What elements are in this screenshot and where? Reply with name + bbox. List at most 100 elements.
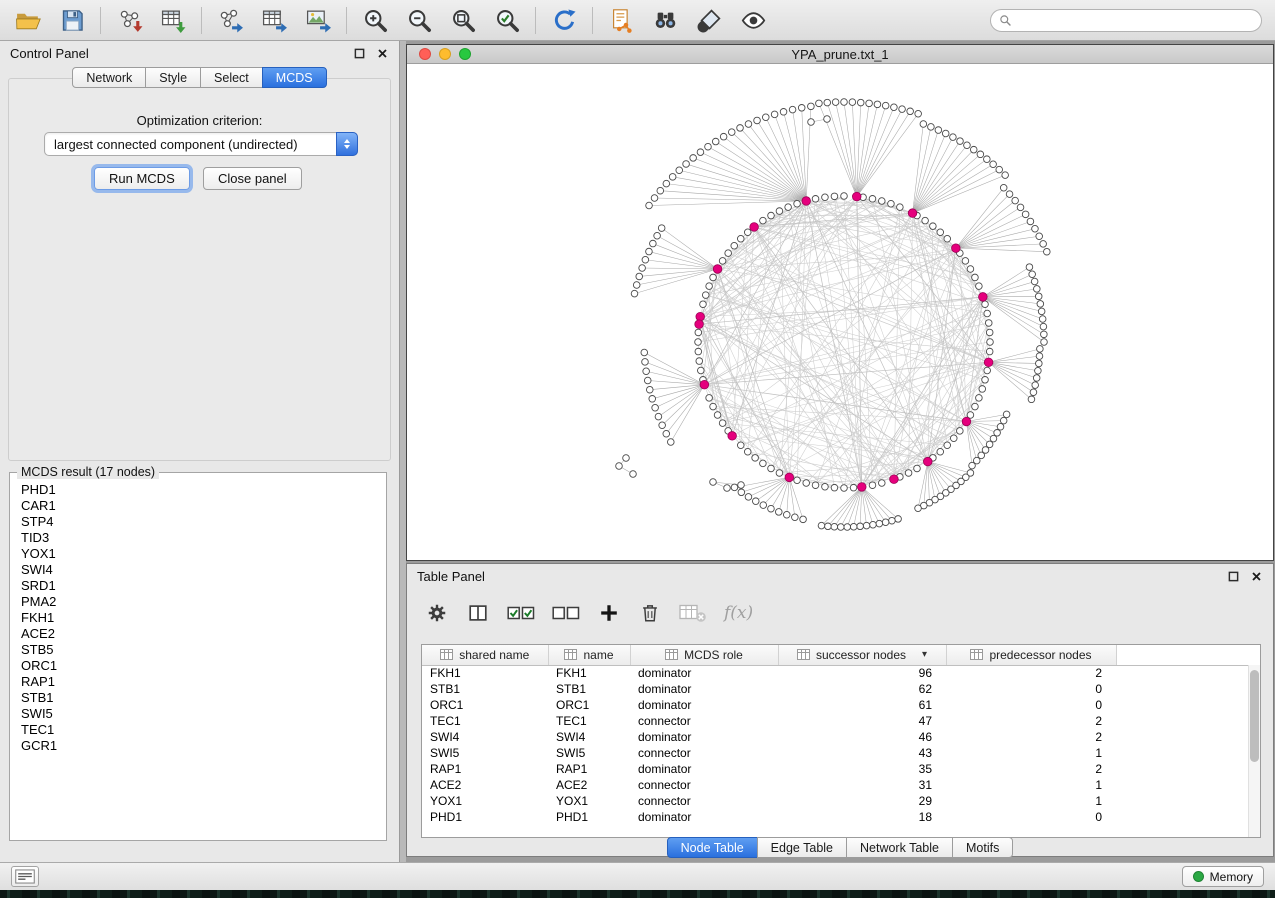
zoom-fit-button[interactable]	[448, 5, 478, 35]
tab-network[interactable]: Network	[72, 67, 146, 88]
find-button[interactable]	[650, 5, 680, 35]
mcds-result-item[interactable]: ACE2	[21, 626, 375, 642]
table-cell[interactable]: dominator	[630, 665, 778, 681]
mcds-result-item[interactable]: SRD1	[21, 578, 375, 594]
table-cell[interactable]: dominator	[630, 681, 778, 697]
mcds-result-item[interactable]: PMA2	[21, 594, 375, 610]
close-table-panel-icon[interactable]	[1250, 570, 1263, 583]
table-cell[interactable]: 31	[778, 777, 946, 793]
mcds-result-item[interactable]: SWI5	[21, 706, 375, 722]
tab-edge-table[interactable]: Edge Table	[757, 837, 847, 858]
table-cell[interactable]: TEC1	[548, 713, 630, 729]
close-panel-icon[interactable]	[376, 47, 389, 60]
table-row[interactable]: TEC1TEC1connector472	[422, 713, 1250, 729]
table-cell[interactable]: PHD1	[548, 809, 630, 825]
panel-menu-button[interactable]	[11, 866, 39, 887]
table-cell[interactable]: STB1	[422, 681, 548, 697]
window-zoom-button[interactable]	[459, 48, 471, 60]
table-cell[interactable]: 2	[946, 713, 1116, 729]
float-panel-icon[interactable]	[353, 47, 366, 60]
table-cell[interactable]: connector	[630, 777, 778, 793]
mcds-result-item[interactable]: RAP1	[21, 674, 375, 690]
tab-motifs[interactable]: Motifs	[952, 837, 1013, 858]
zoom-out-button[interactable]	[404, 5, 434, 35]
table-cell[interactable]: RAP1	[548, 761, 630, 777]
function-builder-button[interactable]: f(x)	[724, 600, 753, 626]
tab-style[interactable]: Style	[145, 67, 201, 88]
table-cell[interactable]: YOX1	[548, 793, 630, 809]
export-network-button[interactable]	[215, 5, 245, 35]
table-cell[interactable]: FKH1	[548, 665, 630, 681]
save-button[interactable]	[57, 5, 87, 35]
optimization-criterion-dropdown[interactable]: largest connected component (undirected)	[44, 132, 358, 156]
table-cell[interactable]: dominator	[630, 809, 778, 825]
table-cell[interactable]: ACE2	[548, 777, 630, 793]
column-header-successor-nodes[interactable]: successor nodes▾	[778, 645, 946, 665]
export-image-button[interactable]	[303, 5, 333, 35]
delete-table-button[interactable]	[679, 600, 707, 626]
table-cell[interactable]: ORC1	[548, 697, 630, 713]
export-table-button[interactable]	[259, 5, 289, 35]
float-table-panel-icon[interactable]	[1227, 570, 1240, 583]
column-header-predecessor-nodes[interactable]: predecessor nodes	[946, 645, 1116, 665]
add-row-button[interactable]	[597, 600, 621, 626]
table-cell[interactable]: 0	[946, 697, 1116, 713]
mcds-result-item[interactable]: YOX1	[21, 546, 375, 562]
table-cell[interactable]: connector	[630, 745, 778, 761]
table-row[interactable]: FKH1FKH1dominator962	[422, 665, 1250, 681]
table-cell[interactable]: 2	[946, 665, 1116, 681]
table-row[interactable]: RAP1RAP1dominator352	[422, 761, 1250, 777]
table-row[interactable]: PHD1PHD1dominator180	[422, 809, 1250, 825]
mcds-result-item[interactable]: STP4	[21, 514, 375, 530]
show-columns-button[interactable]	[466, 600, 490, 626]
table-cell[interactable]: 46	[778, 729, 946, 745]
close-panel-button[interactable]: Close panel	[203, 167, 302, 190]
table-cell[interactable]: TEC1	[422, 713, 548, 729]
table-cell[interactable]: FKH1	[422, 665, 548, 681]
delete-rows-button[interactable]	[638, 600, 662, 626]
select-all-button[interactable]	[507, 600, 535, 626]
mcds-result-item[interactable]: ORC1	[21, 658, 375, 674]
table-cell[interactable]: ORC1	[422, 697, 548, 713]
table-cell[interactable]: 61	[778, 697, 946, 713]
table-cell[interactable]: dominator	[630, 761, 778, 777]
zoom-in-button[interactable]	[360, 5, 390, 35]
table-row[interactable]: SWI5SWI5connector431	[422, 745, 1250, 761]
table-cell[interactable]: 35	[778, 761, 946, 777]
table-cell[interactable]: SWI4	[548, 729, 630, 745]
open-folder-button[interactable]	[13, 5, 43, 35]
table-row[interactable]: ACE2ACE2connector311	[422, 777, 1250, 793]
table-cell[interactable]: 43	[778, 745, 946, 761]
mcds-result-item[interactable]: SWI4	[21, 562, 375, 578]
table-cell[interactable]: 0	[946, 809, 1116, 825]
show-hide-eye-button[interactable]	[738, 5, 768, 35]
tab-mcds[interactable]: MCDS	[262, 67, 327, 88]
refresh-button[interactable]	[549, 5, 579, 35]
table-cell[interactable]: 47	[778, 713, 946, 729]
table-cell[interactable]: 1	[946, 793, 1116, 809]
table-row[interactable]: YOX1YOX1connector291	[422, 793, 1250, 809]
table-row[interactable]: SWI4SWI4dominator462	[422, 729, 1250, 745]
tab-node-table[interactable]: Node Table	[667, 837, 758, 858]
table-cell[interactable]: 2	[946, 729, 1116, 745]
window-minimize-button[interactable]	[439, 48, 451, 60]
table-cell[interactable]: dominator	[630, 697, 778, 713]
network-window-titlebar[interactable]: YPA_prune.txt_1	[407, 45, 1273, 64]
tab-network-table[interactable]: Network Table	[846, 837, 953, 858]
window-close-button[interactable]	[419, 48, 431, 60]
mcds-result-item[interactable]: TID3	[21, 530, 375, 546]
import-table-button[interactable]	[158, 5, 188, 35]
table-cell[interactable]: ACE2	[422, 777, 548, 793]
deselect-all-button[interactable]	[552, 600, 580, 626]
table-scrollbar[interactable]	[1248, 665, 1260, 837]
table-cell[interactable]: dominator	[630, 729, 778, 745]
settings-gear-button[interactable]	[425, 600, 449, 626]
search-input[interactable]	[1017, 13, 1253, 27]
mcds-result-item[interactable]: TEC1	[21, 722, 375, 738]
mcds-result-item[interactable]: CAR1	[21, 498, 375, 514]
table-cell[interactable]: connector	[630, 793, 778, 809]
table-cell[interactable]: 18	[778, 809, 946, 825]
style-brush-button[interactable]	[694, 5, 724, 35]
table-cell[interactable]: 62	[778, 681, 946, 697]
table-cell[interactable]: PHD1	[422, 809, 548, 825]
